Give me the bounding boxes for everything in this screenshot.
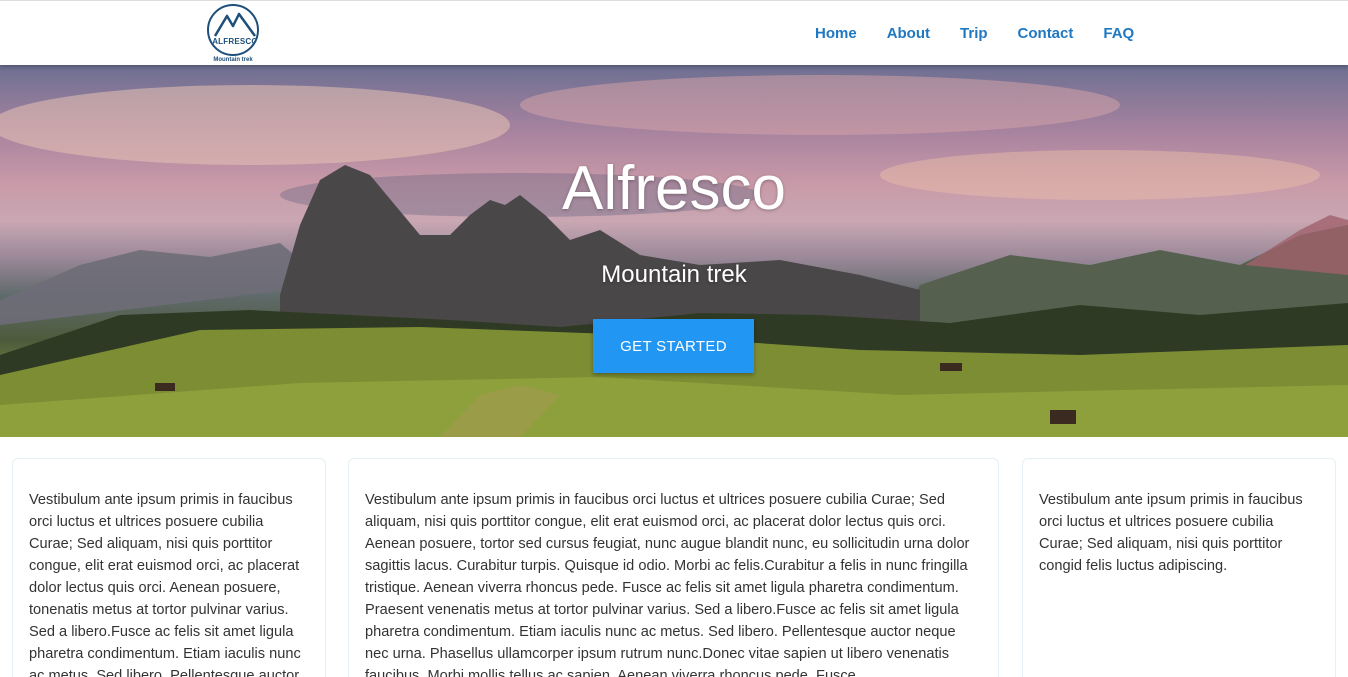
hero-banner: Alfresco Mountain trek GET STARTED [0, 65, 1348, 437]
hero-landscape-image [0, 75, 1348, 437]
nav-link-trip[interactable]: Trip [945, 1, 1003, 66]
site-logo[interactable]: ALFRESCO Mountain trek [205, 4, 261, 64]
nav-link-about[interactable]: About [872, 1, 945, 66]
card-text: Vestibulum ante ipsum primis in faucibus… [29, 492, 301, 677]
logo-emblem: ALFRESCO [207, 4, 259, 56]
nav-link-faq[interactable]: FAQ [1088, 1, 1149, 66]
content-card-center: Vestibulum ante ipsum primis in faucibus… [348, 458, 999, 677]
nav-link-home[interactable]: Home [800, 1, 872, 66]
logo-tagline: Mountain trek [213, 57, 253, 63]
hero-subtitle: Mountain trek [601, 261, 747, 288]
card-text: Vestibulum ante ipsum primis in faucibus… [365, 492, 970, 677]
get-started-button[interactable]: GET STARTED [593, 319, 754, 373]
main-nav: Home About Trip Contact FAQ [800, 1, 1149, 66]
logo-word: ALFRESCO [212, 37, 258, 46]
card-text: Vestibulum ante ipsum primis in faucibus… [1039, 492, 1303, 574]
mountain-icon [213, 12, 257, 37]
site-header: ALFRESCO Mountain trek Home About Trip C… [0, 0, 1348, 65]
content-card-left: Vestibulum ante ipsum primis in faucibus… [12, 458, 326, 677]
content-card-right: Vestibulum ante ipsum primis in faucibus… [1022, 458, 1336, 677]
nav-link-contact[interactable]: Contact [1003, 1, 1089, 66]
hero-title: Alfresco [562, 154, 786, 223]
